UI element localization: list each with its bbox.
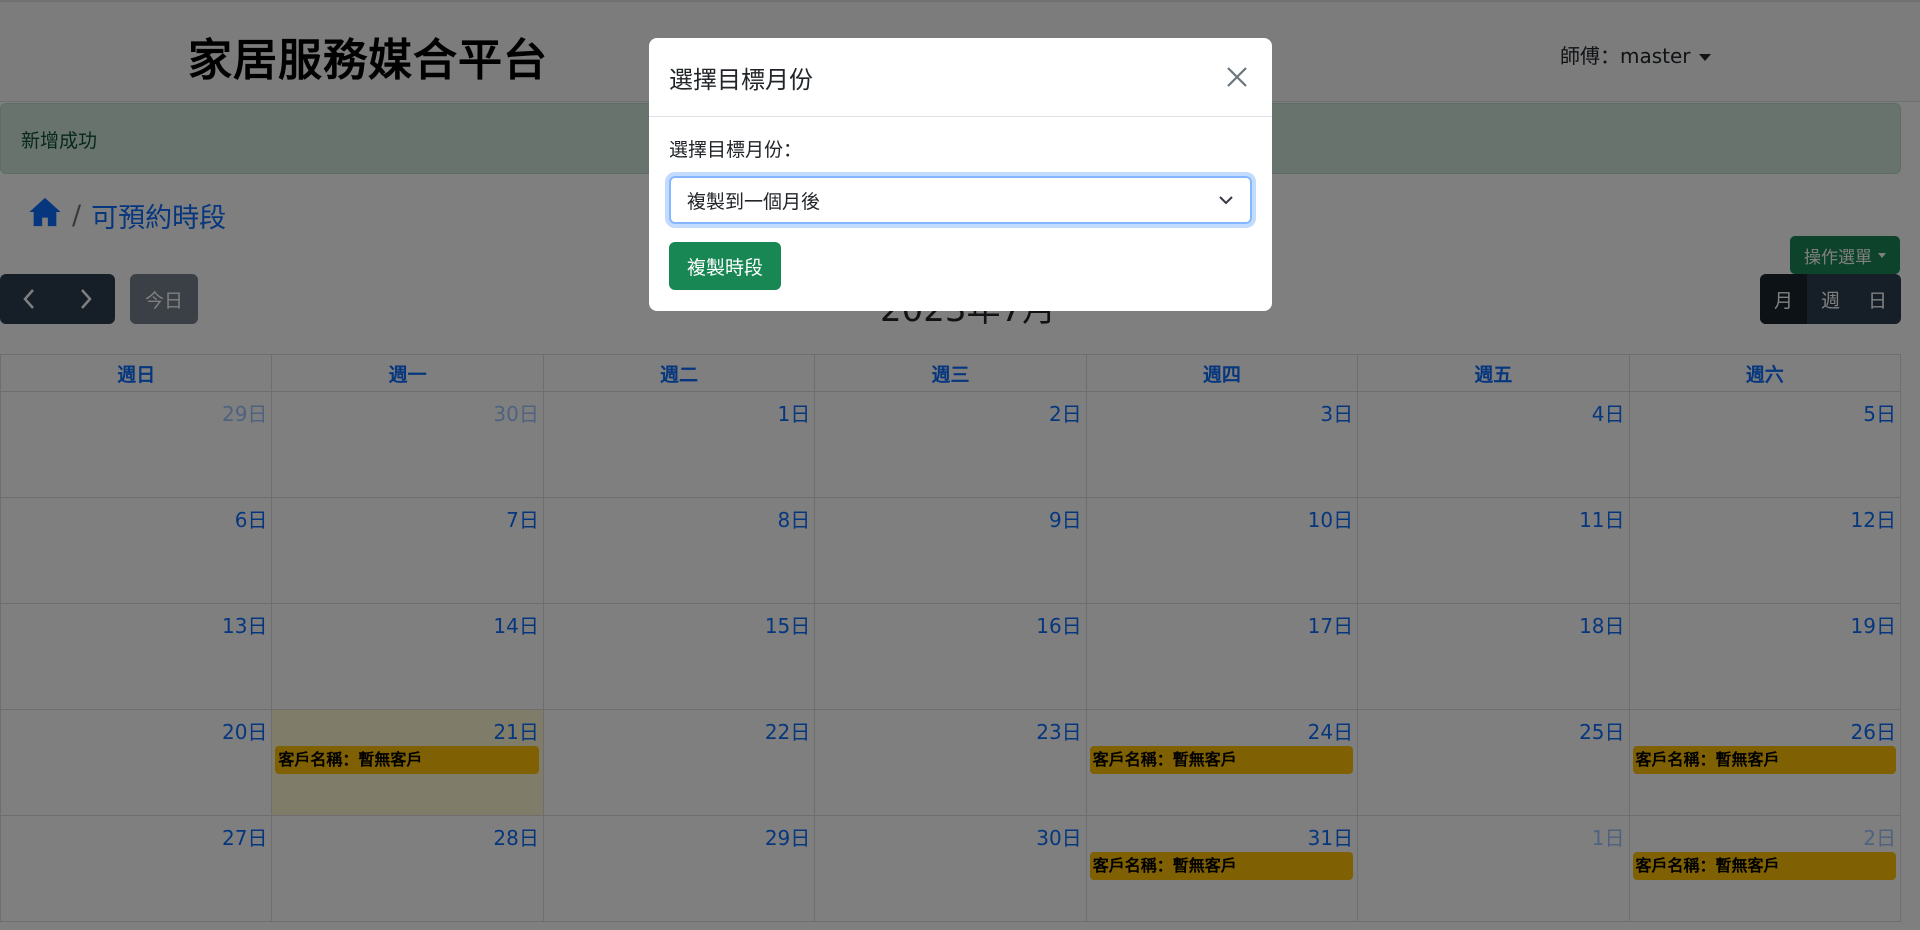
close-button[interactable] <box>1222 62 1252 92</box>
target-month-select[interactable]: 複製到一個月後 <box>669 176 1252 224</box>
target-month-modal: 選擇目標月份 選擇目標月份： 複製到一個月後 複製時段 <box>649 38 1272 311</box>
chevron-down-icon <box>1219 196 1233 205</box>
copy-slots-button[interactable]: 複製時段 <box>669 242 781 290</box>
modal-title: 選擇目標月份 <box>669 65 813 94</box>
modal-body: 選擇目標月份： 複製到一個月後 複製時段 <box>649 117 1272 308</box>
target-month-label: 選擇目標月份： <box>669 139 803 161</box>
modal-header: 選擇目標月份 <box>649 38 1272 117</box>
select-value: 複製到一個月後 <box>687 190 821 213</box>
close-icon <box>1227 67 1247 87</box>
